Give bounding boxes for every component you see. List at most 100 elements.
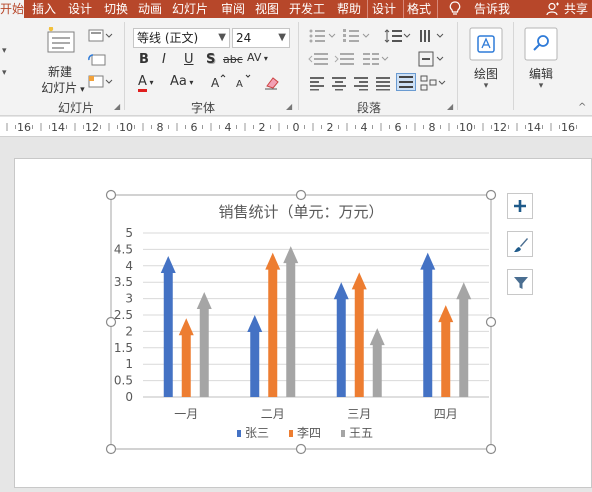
tab-animations[interactable]: 动画 <box>138 0 162 18</box>
draw-button[interactable]: 绘图 ▾ <box>465 24 505 96</box>
font-size-change-button[interactable]: Aa ▾ <box>170 74 193 89</box>
bold-button[interactable]: B <box>139 52 149 67</box>
smartart-icon[interactable] <box>420 75 448 94</box>
tab-transitions[interactable]: 切换 <box>104 0 128 18</box>
numbering-icon[interactable] <box>342 28 372 47</box>
chart-elements-button[interactable] <box>507 193 533 219</box>
svg-text:A: A <box>211 76 220 90</box>
new-slide-label: 新建 <box>47 65 72 79</box>
font-size-combo[interactable]: 24 ▼ <box>232 28 290 48</box>
align-center-icon[interactable] <box>331 75 349 94</box>
distributed-icon[interactable] <box>396 73 416 94</box>
tab-home[interactable]: 开始 <box>0 0 24 18</box>
ruler-label: 4 <box>225 121 232 134</box>
dialog-launcher-icon[interactable]: ◢ <box>286 102 292 111</box>
tell-me-search[interactable]: 告诉我 <box>474 0 510 18</box>
shrink-font-icon[interactable]: A <box>235 74 251 93</box>
ruler-scale: 16 14 12 10 8 6 4 2 0 2 4 6 8 10 12 14 16 <box>6 121 577 134</box>
ruler-label: 14 <box>527 121 541 134</box>
bullets-icon[interactable] <box>308 28 338 47</box>
separator <box>457 22 458 110</box>
strikethrough-button[interactable]: abc <box>223 53 243 66</box>
share-button[interactable]: 共享 <box>564 0 588 18</box>
y-tick-label: 3 <box>125 292 133 306</box>
tab-design[interactable]: 设计 <box>68 0 92 18</box>
decrease-indent-icon[interactable] <box>308 51 332 70</box>
tab-format[interactable]: 格式 <box>407 0 431 18</box>
chevron-down-icon: ▾ <box>261 54 268 63</box>
line-spacing-icon[interactable] <box>384 28 412 47</box>
chevron-down-icon: ▾ <box>483 81 489 91</box>
tab-developer[interactable]: 开发工 <box>289 0 325 18</box>
dialog-launcher-icon[interactable]: ◢ <box>447 102 453 111</box>
y-tick-label: 0 <box>125 390 133 404</box>
edit-button[interactable]: 编辑 ▾ <box>520 24 560 96</box>
ruler-label: 14 <box>51 121 65 134</box>
y-tick-label: 1.5 <box>114 341 133 355</box>
separator <box>124 22 125 110</box>
chart-title: 销售统计（单元：万元） <box>218 203 383 221</box>
underline-button[interactable]: U <box>184 52 194 67</box>
draw-label: 绘图 <box>473 67 498 81</box>
chevron-down-icon: ▾ <box>146 78 154 87</box>
dropdown-arrow-icon[interactable]: ▾ <box>2 68 7 78</box>
ruler-label: 6 <box>395 121 402 134</box>
dialog-launcher-icon[interactable]: ◢ <box>114 102 120 111</box>
dropdown-arrow-icon: ▾ <box>77 85 85 95</box>
separator <box>298 22 299 110</box>
resize-handle <box>485 316 497 328</box>
italic-button[interactable]: I <box>162 52 166 67</box>
chart[interactable]: 销售统计（单元：万元） 0 0.5 1 1.5 2 2.5 3 3.5 4 4.5 5 一月 二月 三月 四月… <box>15 159 592 489</box>
reset-icon[interactable] <box>88 52 108 71</box>
chevron-down-icon: ▾ <box>538 81 544 91</box>
align-text-icon[interactable] <box>418 51 446 70</box>
y-tick-label: 5 <box>125 226 133 240</box>
layout-icon[interactable] <box>88 28 114 47</box>
increase-indent-icon[interactable] <box>334 51 358 70</box>
separator <box>437 0 438 18</box>
tab-help[interactable]: 帮助 <box>337 0 361 18</box>
legend-entry: 李四 <box>297 425 321 440</box>
legend-swatch <box>341 430 345 437</box>
align-right-icon[interactable] <box>353 75 371 94</box>
ruler-label: 10 <box>459 121 473 134</box>
chevron-down-icon: ▼ <box>218 32 226 43</box>
columns-icon[interactable] <box>362 51 390 70</box>
chart-filters-button[interactable] <box>507 269 533 295</box>
font-name-combo[interactable]: 等线 (正文) ▼ <box>133 28 230 48</box>
slide[interactable]: 销售统计（单元：万元） 0 0.5 1 1.5 2 2.5 3 3.5 4 4.5 5 一月 二月 三月 四月… <box>14 158 592 488</box>
person-icon[interactable] <box>546 2 560 16</box>
section-icon[interactable] <box>88 74 114 93</box>
legend-entry: 王五 <box>349 426 373 440</box>
collapse-ribbon-icon[interactable]: ^ <box>578 102 586 113</box>
search-icon <box>524 27 558 64</box>
chart-styles-button[interactable] <box>507 231 533 257</box>
resize-handle <box>105 443 117 455</box>
text-direction-icon[interactable] <box>418 28 446 47</box>
tab-insert[interactable]: 插入 <box>32 0 56 18</box>
new-slide-button[interactable]: 新建 幻灯片 ▾ <box>34 24 85 95</box>
clear-format-icon[interactable] <box>264 74 280 93</box>
ruler-label: 0 <box>293 121 300 134</box>
ruler-label: 12 <box>493 121 507 134</box>
shapes-icon <box>469 27 503 64</box>
shadow-button[interactable]: S <box>206 52 215 67</box>
y-tick-label: 2.5 <box>114 308 133 322</box>
character-spacing-button[interactable]: AV ▾ <box>247 51 268 64</box>
lightbulb-icon[interactable] <box>449 1 461 17</box>
tab-chart-design[interactable]: 设计 <box>372 0 396 18</box>
filter-icon <box>513 275 529 294</box>
tab-slideshow[interactable]: 幻灯片 <box>172 0 208 18</box>
dropdown-arrow-icon[interactable]: ▾ <box>2 46 7 56</box>
resize-handle <box>295 189 307 201</box>
horizontal-ruler[interactable]: 16 14 12 10 8 6 4 2 0 2 4 6 8 10 12 14 16 <box>0 117 592 137</box>
tab-view[interactable]: 视图 <box>255 0 279 18</box>
justify-icon[interactable] <box>375 75 393 94</box>
legend-swatch <box>289 430 293 437</box>
grow-font-icon[interactable]: A <box>210 74 226 93</box>
y-tick-label: 1 <box>125 357 133 371</box>
align-left-icon[interactable] <box>309 75 327 94</box>
font-color-button[interactable]: A ▾ <box>138 74 154 92</box>
new-slide-label-2: 幻灯片 ▾ <box>41 81 85 95</box>
tab-review[interactable]: 审阅 <box>221 0 245 18</box>
